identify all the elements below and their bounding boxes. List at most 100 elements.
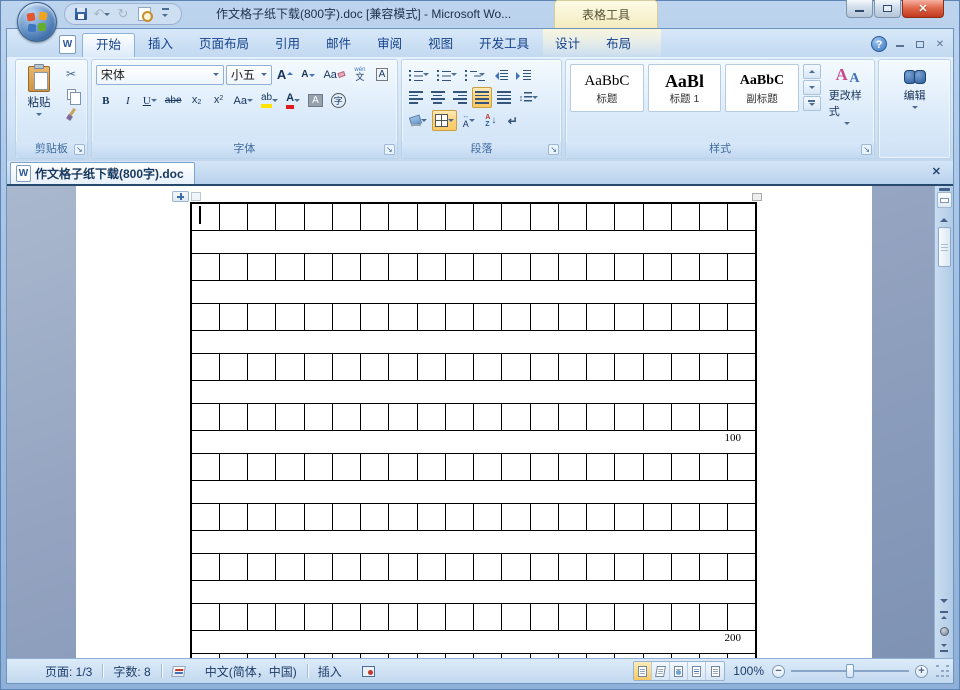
grid-cell[interactable] <box>474 503 502 530</box>
grid-cell[interactable] <box>361 403 389 430</box>
styles-gallery-more-button[interactable] <box>803 96 821 111</box>
insert-mode-indicator[interactable]: 插入 <box>308 659 352 683</box>
grid-cell[interactable] <box>643 653 671 658</box>
grid-cell[interactable] <box>530 253 558 280</box>
grid-cell[interactable] <box>502 403 530 430</box>
scroll-up-arrow[interactable] <box>940 214 948 222</box>
grid-cell[interactable] <box>558 253 586 280</box>
grid-cell[interactable] <box>417 453 445 480</box>
change-case-button[interactable]: Aa <box>231 90 256 111</box>
grid-cell[interactable] <box>728 453 756 480</box>
styles-scroll-down-button[interactable] <box>803 80 821 95</box>
grid-cell[interactable] <box>700 453 728 480</box>
copy-button[interactable] <box>61 85 81 103</box>
zoom-out-button[interactable]: − <box>772 665 785 678</box>
cut-button[interactable]: ✂ <box>61 65 81 83</box>
grid-cell[interactable] <box>502 353 530 380</box>
grid-cell[interactable] <box>332 453 360 480</box>
grid-cell[interactable] <box>643 603 671 630</box>
grid-cell[interactable] <box>332 303 360 330</box>
grid-cell[interactable] <box>248 653 276 658</box>
grid-cell[interactable] <box>474 403 502 430</box>
tab-table-layout[interactable]: 布局 <box>593 33 644 57</box>
grid-cell[interactable] <box>615 553 643 580</box>
grid-cell[interactable] <box>191 503 219 530</box>
grid-cell[interactable] <box>248 353 276 380</box>
grid-cell[interactable] <box>191 253 219 280</box>
character-shading-button[interactable]: A <box>305 90 326 111</box>
grid-cell[interactable] <box>502 453 530 480</box>
font-name-combo[interactable]: 宋体 <box>96 65 224 85</box>
clipboard-dialog-launcher[interactable]: ↘ <box>74 144 85 155</box>
grid-cell[interactable] <box>248 553 276 580</box>
grid-cell[interactable] <box>361 603 389 630</box>
word-document-icon[interactable]: W <box>59 35 76 54</box>
draft-view-button[interactable] <box>706 662 724 680</box>
grid-cell[interactable] <box>474 253 502 280</box>
style-card-subtitle[interactable]: AaBbC 副标题 <box>725 64 799 112</box>
grid-cell[interactable] <box>671 503 699 530</box>
grid-cell[interactable] <box>389 603 417 630</box>
grid-cell[interactable] <box>219 453 247 480</box>
grid-cell[interactable] <box>332 503 360 530</box>
grid-cell[interactable] <box>671 253 699 280</box>
asian-layout-button[interactable]: ↔A <box>459 110 479 131</box>
grid-cell[interactable] <box>332 353 360 380</box>
tab-insert[interactable]: 插入 <box>135 33 186 57</box>
grid-cell[interactable] <box>389 303 417 330</box>
next-page-button[interactable] <box>937 640 952 655</box>
select-browse-object-button[interactable] <box>937 624 952 639</box>
grid-cell[interactable] <box>417 353 445 380</box>
office-button[interactable] <box>17 2 57 42</box>
grid-cell[interactable] <box>643 303 671 330</box>
grid-cell[interactable] <box>389 453 417 480</box>
grid-cell[interactable] <box>276 553 304 580</box>
grid-cell[interactable] <box>671 553 699 580</box>
grid-cell[interactable] <box>530 303 558 330</box>
grid-cell[interactable] <box>643 203 671 230</box>
grid-cell[interactable] <box>276 503 304 530</box>
grid-cell[interactable] <box>191 353 219 380</box>
grid-cell[interactable] <box>728 353 756 380</box>
close-button[interactable]: ✕ <box>902 0 944 18</box>
grid-cell[interactable] <box>643 553 671 580</box>
align-left-button[interactable] <box>406 87 426 108</box>
grid-cell[interactable] <box>587 353 615 380</box>
grid-cell[interactable] <box>191 553 219 580</box>
grid-cell[interactable] <box>530 503 558 530</box>
grid-cell[interactable] <box>332 253 360 280</box>
grid-cell[interactable] <box>615 303 643 330</box>
language-indicator[interactable]: 中文(简体，中国) <box>195 659 307 683</box>
grid-cell[interactable] <box>361 503 389 530</box>
grid-cell[interactable] <box>728 203 756 230</box>
tab-page-layout[interactable]: 页面布局 <box>186 33 262 57</box>
grid-cell[interactable] <box>219 303 247 330</box>
grid-cell[interactable] <box>304 303 332 330</box>
grid-cell[interactable] <box>587 653 615 658</box>
grid-cell[interactable] <box>417 503 445 530</box>
grow-font-button[interactable]: A <box>274 64 296 85</box>
grid-cell[interactable] <box>728 403 756 430</box>
grid-cell[interactable] <box>191 303 219 330</box>
grid-cell[interactable] <box>445 653 473 658</box>
restore-button[interactable] <box>874 0 901 18</box>
grid-cell[interactable] <box>728 553 756 580</box>
grid-cell[interactable] <box>219 553 247 580</box>
numbering-button[interactable] <box>434 64 460 85</box>
word-count[interactable]: 字数: 8 <box>103 659 160 683</box>
scrollbar-thumb[interactable] <box>938 227 951 267</box>
scroll-down-arrow[interactable] <box>940 599 948 607</box>
page-indicator[interactable]: 页面: 1/3 <box>7 659 102 683</box>
doc-restore-button[interactable] <box>913 37 927 51</box>
tab-review[interactable]: 审阅 <box>364 33 415 57</box>
grid-cell[interactable] <box>361 203 389 230</box>
grid-cell[interactable] <box>728 503 756 530</box>
bold-button[interactable]: B <box>96 90 116 111</box>
grid-cell[interactable] <box>445 253 473 280</box>
grid-cell[interactable] <box>304 203 332 230</box>
grid-cell[interactable] <box>587 303 615 330</box>
tab-home[interactable]: 开始 <box>82 33 135 57</box>
justify-button[interactable] <box>472 87 492 108</box>
zoom-in-button[interactable]: + <box>915 665 928 678</box>
grid-cell[interactable] <box>248 403 276 430</box>
